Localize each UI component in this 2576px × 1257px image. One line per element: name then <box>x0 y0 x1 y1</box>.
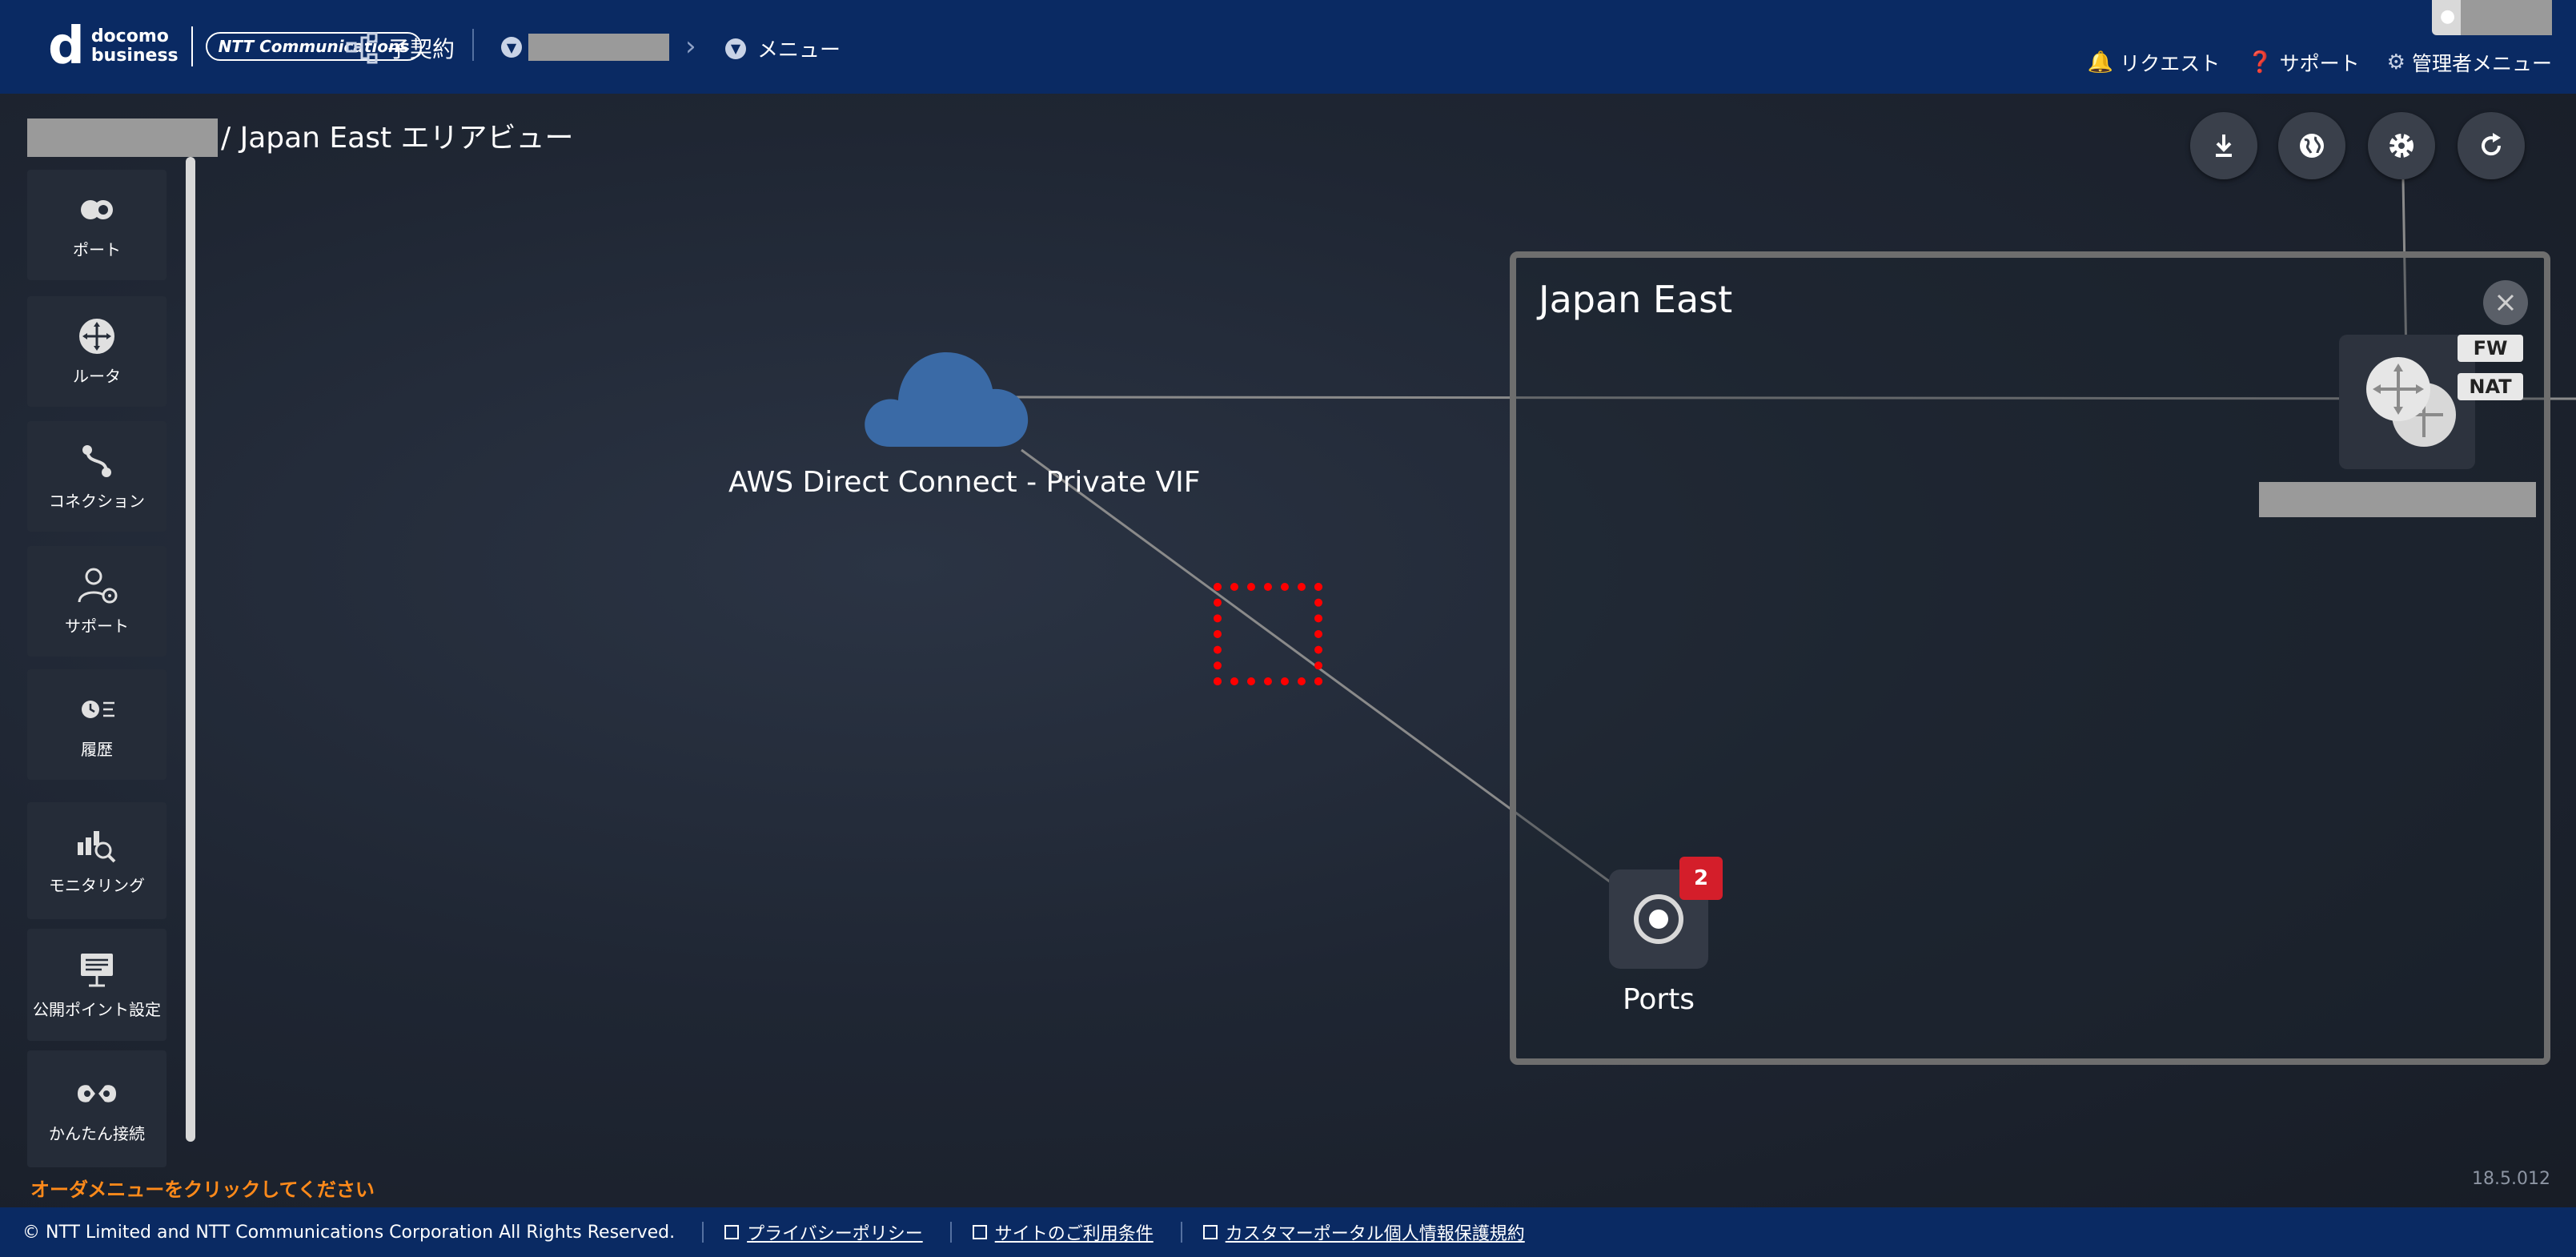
close-icon <box>2497 294 2514 311</box>
history-icon <box>82 700 114 718</box>
top-header: d docomo business NTT Communications 子契約… <box>0 0 2576 94</box>
region-title: Japan East <box>1539 278 1733 321</box>
globe-icon <box>2300 134 2324 158</box>
sidebar-item-history[interactable]: 履歴 <box>27 669 167 780</box>
settings-icon <box>2389 134 2413 158</box>
gear-icon: ⚙ <box>2386 50 2405 74</box>
fw-tag: FW <box>2458 335 2523 362</box>
refresh-icon <box>2482 133 2502 156</box>
external-link-icon <box>1202 1225 1218 1239</box>
help-icon: ❓ <box>2247 50 2273 74</box>
menu-label: メニュー <box>757 38 841 62</box>
ports-count-badge: 2 <box>1679 857 1723 900</box>
logo-line2: business <box>90 46 179 66</box>
sub-contract-link[interactable]: 子契約 <box>346 32 455 64</box>
request-link[interactable]: 🔔 リクエスト <box>2088 48 2220 77</box>
external-link-icon <box>972 1225 987 1239</box>
settings-button[interactable] <box>2368 112 2435 179</box>
order-hint: オーダメニューをクリックしてください <box>30 1179 375 1201</box>
router-icon <box>2366 357 2456 447</box>
hierarchy-icon <box>346 32 378 64</box>
chevron-down-icon: ▼ <box>725 38 746 59</box>
ports-label: Ports <box>1622 983 1695 1016</box>
page-title: / Japan East エリアビュー <box>221 122 574 155</box>
port-icon <box>1634 894 1683 944</box>
download-icon <box>2216 135 2232 157</box>
user-menu[interactable]: ● <box>2432 0 2552 35</box>
menu-selector[interactable]: ▼ メニュー <box>725 34 841 63</box>
refresh-button[interactable] <box>2458 112 2525 179</box>
sidebar-item-monitoring[interactable]: モニタリング <box>27 802 167 919</box>
logo-mark: d <box>48 17 85 76</box>
version-label: 18.5.012 <box>2472 1169 2550 1189</box>
easy-connect-icon <box>78 1084 116 1102</box>
support-link[interactable]: ❓ サポート <box>2247 48 2359 77</box>
sidebar-item-public-point[interactable]: 公開ポイント設定 <box>27 929 167 1041</box>
redacted-router-name <box>2259 482 2536 517</box>
user-icon: ● <box>2440 6 2456 26</box>
nat-tag: NAT <box>2458 373 2523 400</box>
router-node[interactable] <box>2339 335 2475 469</box>
sidebar-item-support[interactable]: サポート <box>27 546 167 657</box>
chevron-down-icon: ▼ <box>501 37 522 58</box>
footer: © NTT Limited and NTT Communications Cor… <box>0 1207 2576 1257</box>
router-icon <box>79 318 114 354</box>
customer-privacy-link[interactable]: カスタマーポータル個人情報保護規約 <box>1202 1219 1525 1245</box>
logo-divider <box>191 26 193 66</box>
copyright: © NTT Limited and NTT Communications Cor… <box>22 1222 676 1243</box>
external-link-icon <box>724 1225 740 1239</box>
contract-selector[interactable]: ▼ <box>501 34 669 61</box>
connection-icon <box>82 444 111 477</box>
terms-link[interactable]: サイトのご利用条件 <box>972 1219 1154 1245</box>
aws-direct-connect-label: AWS Direct Connect - Private VIF <box>728 466 1201 499</box>
support-icon <box>78 568 118 603</box>
port-icon <box>81 199 113 219</box>
header-divider <box>472 29 474 61</box>
redacted-tenant-name <box>27 118 218 157</box>
sidebar-item-easy-connect[interactable]: かんたん接続 <box>27 1050 167 1167</box>
logo-line1: docomo <box>90 26 169 46</box>
download-button[interactable] <box>2190 112 2257 179</box>
top-links: 🔔 リクエスト ❓ サポート ⚙ 管理者メニュー <box>2088 48 2552 77</box>
globe-button[interactable] <box>2278 112 2345 179</box>
admin-menu-link[interactable]: ⚙ 管理者メニュー <box>2387 48 2552 77</box>
monitoring-icon <box>78 830 116 862</box>
sidebar-item-connection[interactable]: コネクション <box>27 421 167 532</box>
sidebar-item-port[interactable]: ポート <box>27 170 167 280</box>
sub-contract-label: 子契約 <box>387 36 455 62</box>
aws-cloud-icon[interactable] <box>860 343 1033 452</box>
sidebar-scrollbar[interactable] <box>186 157 195 1142</box>
sidebar-item-router[interactable]: ルータ <box>27 296 167 407</box>
redacted-user-name <box>2461 0 2552 35</box>
selection-highlight <box>1214 583 1322 685</box>
redacted-contract-name <box>528 34 669 61</box>
bell-icon: 🔔 <box>2087 50 2114 74</box>
chevron-right-icon: › <box>685 30 696 62</box>
close-region-button[interactable] <box>2483 280 2528 325</box>
privacy-policy-link[interactable]: プライバシーポリシー <box>724 1219 923 1245</box>
public-point-icon <box>81 953 113 986</box>
